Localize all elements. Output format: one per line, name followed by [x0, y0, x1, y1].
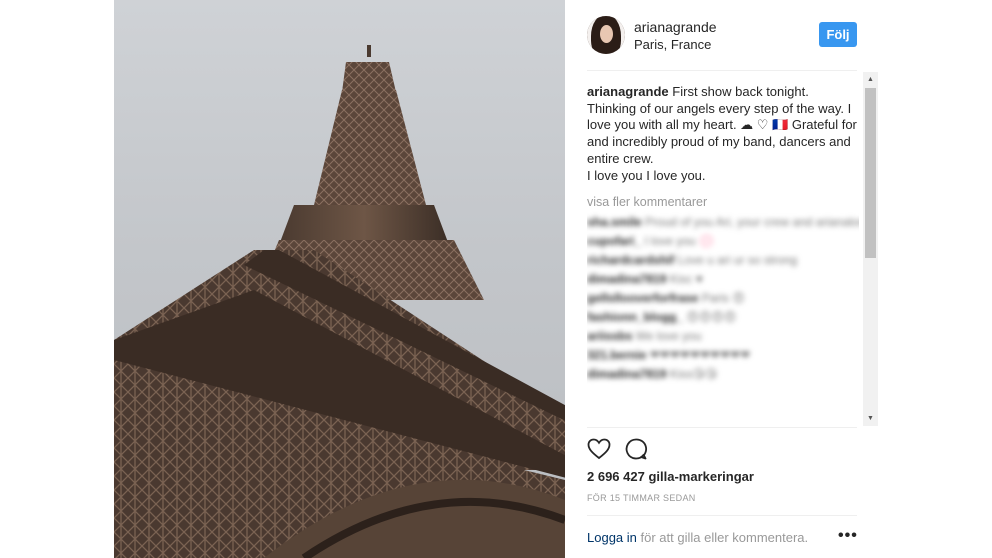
comment-text: We love you — [635, 328, 702, 343]
divider — [587, 515, 857, 516]
comments-list[interactable]: arianagrande First show back tonight. Th… — [587, 84, 859, 426]
comment-username[interactable]: cupofari_ — [587, 234, 641, 248]
eiffel-tower-image — [114, 45, 565, 558]
comment-row: sha.smile Proud of you Ari, your crew an… — [587, 215, 859, 230]
post-photo[interactable] — [114, 0, 565, 558]
likes-count[interactable]: 2 696 427 gilla-markeringar — [587, 469, 754, 484]
comment-row: fashionn_blogg_ 😍😍😍😍 — [587, 310, 859, 325]
load-more-comments-link[interactable]: visa fler kommentarer — [587, 194, 859, 211]
comment-row: gellsllooverforfrase Paris 😍 — [587, 291, 859, 306]
comment-username[interactable]: dimadina7819 — [587, 367, 666, 381]
caption: arianagrande First show back tonight. Th… — [587, 84, 859, 184]
comment-row: richardcardshif Love u ari ur so strong — [587, 253, 859, 268]
login-prompt: Logga in för att gilla eller kommentera. — [587, 530, 808, 545]
comment-username[interactable]: ariissbs — [587, 329, 632, 343]
comment-row: dimadina7819 Kiss😘😘 — [587, 367, 859, 382]
comment-username[interactable]: fashionn_blogg_ — [587, 310, 683, 324]
comment-username[interactable]: dimadina7819 — [587, 272, 666, 286]
comments-scrollbar[interactable]: ▲ ▼ — [863, 72, 878, 426]
post-header: arianagrande Paris, France — [587, 14, 857, 56]
triangle-up-icon[interactable]: ▲ — [863, 72, 878, 87]
comment-text: Kisc ♥ — [669, 271, 703, 286]
comment-text: Proud of you Ari, your crew and arianato… — [645, 214, 859, 229]
login-link[interactable]: Logga in — [587, 530, 637, 545]
scrollbar-thumb[interactable] — [865, 88, 876, 258]
comment-row: ariissbs We love you — [587, 329, 859, 344]
speech-bubble-icon[interactable] — [624, 437, 648, 461]
triangle-down-icon[interactable]: ▼ — [863, 411, 878, 426]
comment-text: Kiss😘😘 — [669, 366, 718, 381]
comment-row: dimadina7819 Kisc ♥ — [587, 272, 859, 287]
header-username[interactable]: arianagrande — [634, 19, 717, 35]
comment-row: cupofari_ I love you 💮 — [587, 234, 859, 249]
more-options-button[interactable]: ••• — [838, 527, 858, 545]
comment-text: ❤❤❤❤❤❤❤❤❤❤ — [649, 347, 751, 362]
post-timestamp: FÖR 15 TIMMAR SEDAN — [587, 493, 696, 503]
caption-last-line: I love you I love you. — [587, 167, 706, 183]
comment-row: 321.bernie ❤❤❤❤❤❤❤❤❤❤ — [587, 348, 859, 363]
caption-username[interactable]: arianagrande — [587, 84, 669, 99]
post-sidebar: arianagrande Paris, France Följ arianagr… — [565, 0, 878, 558]
comment-username[interactable]: richardcardshif — [587, 253, 674, 267]
divider — [587, 70, 857, 71]
comment-text: I love you 💮 — [644, 233, 714, 248]
comment-text: Love u ari ur so strong — [677, 252, 798, 267]
divider — [587, 427, 857, 428]
comment-text: Paris 😍 — [701, 290, 745, 305]
comment-text: 😍😍😍😍 — [686, 309, 737, 324]
header-location[interactable]: Paris, France — [634, 37, 711, 52]
comment-username[interactable]: 321.bernie — [587, 348, 646, 362]
avatar[interactable] — [587, 16, 625, 54]
login-prompt-text: för att gilla eller kommentera. — [636, 530, 809, 545]
heart-outline-icon[interactable] — [587, 437, 611, 461]
comment-username[interactable]: sha.smile — [587, 215, 642, 229]
follow-button[interactable]: Följ — [819, 22, 857, 47]
comment-username[interactable]: gellsllooverforfrase — [587, 291, 698, 305]
